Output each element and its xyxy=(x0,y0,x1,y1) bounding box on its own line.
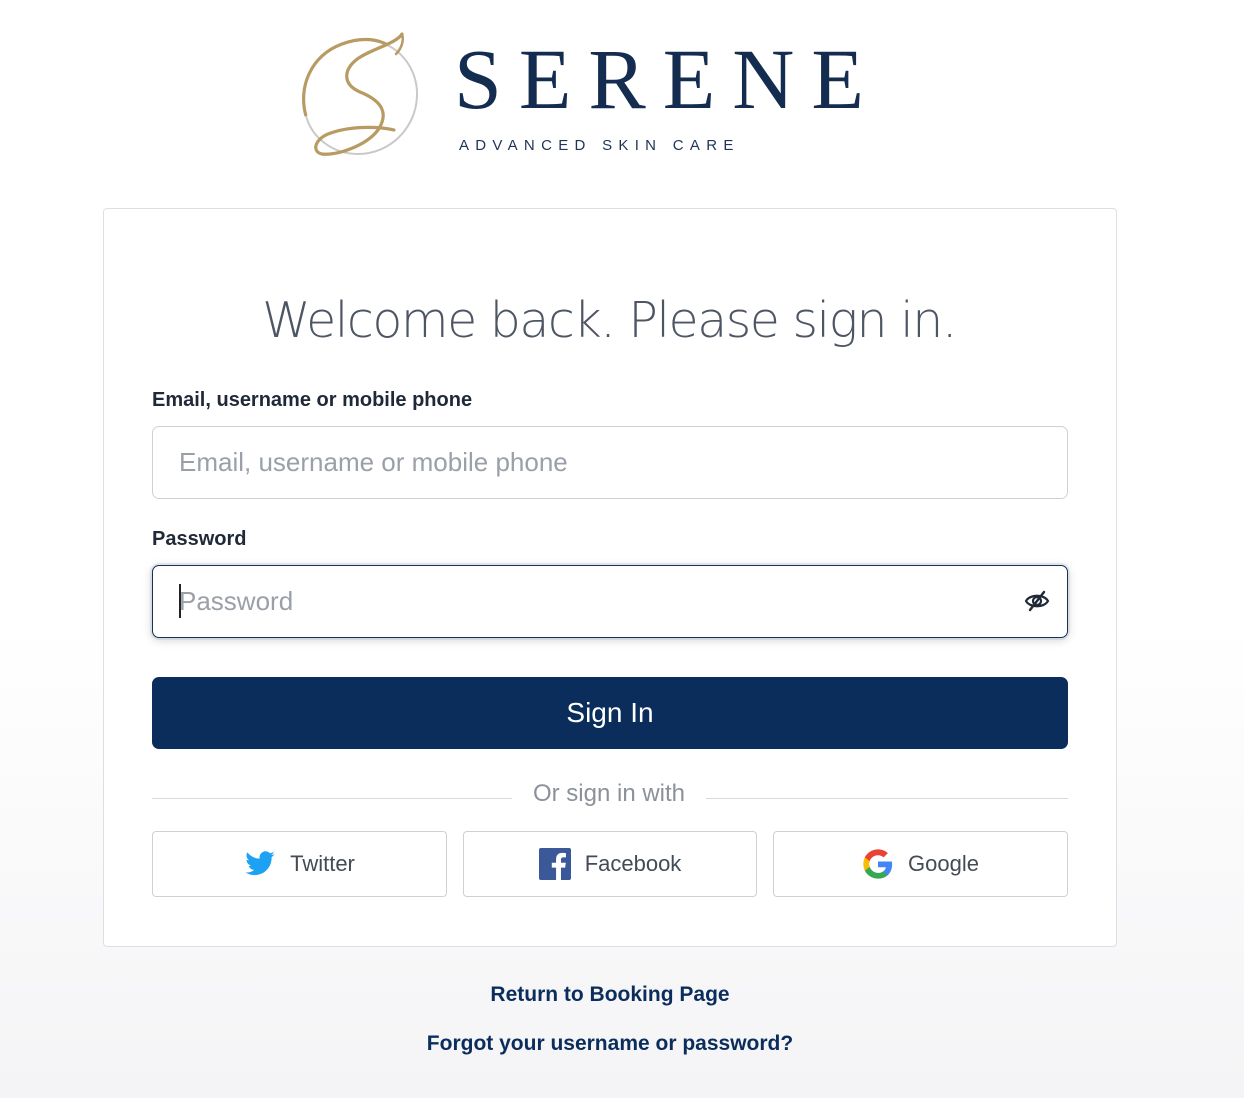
google-label: Google xyxy=(908,851,979,876)
divider-text: Or sign in with xyxy=(532,780,686,807)
eye-slash-icon[interactable] xyxy=(1023,589,1051,613)
brand-name: SERENE xyxy=(454,31,881,127)
divider-line-right xyxy=(706,798,1068,799)
email-input[interactable] xyxy=(152,426,1068,499)
password-input[interactable] xyxy=(152,565,1068,638)
facebook-label: Facebook xyxy=(584,851,682,876)
brand-tagline: ADVANCED SKIN CARE xyxy=(459,137,740,154)
password-label: Password xyxy=(152,528,247,550)
facebook-icon xyxy=(538,848,571,880)
email-label: Email, username or mobile phone xyxy=(152,389,473,411)
sign-in-button[interactable]: Sign In xyxy=(152,677,1068,749)
twitter-label: Twitter xyxy=(290,851,355,876)
forgot-credentials-link[interactable]: Forgot your username or password? xyxy=(0,1032,1220,1056)
return-to-booking-link[interactable]: Return to Booking Page xyxy=(0,983,1220,1007)
facebook-signin-button[interactable]: Facebook xyxy=(463,831,757,897)
text-cursor xyxy=(179,584,181,618)
twitter-signin-button[interactable]: Twitter xyxy=(152,831,447,897)
google-g-icon xyxy=(863,849,893,879)
brand-logo: SERENE ADVANCED SKIN CARE xyxy=(298,30,938,165)
divider-line-left xyxy=(152,798,512,799)
page-title: Welcome back. Please sign in. xyxy=(262,292,957,349)
serene-logo-mark-icon xyxy=(302,32,419,156)
google-signin-button[interactable]: Google xyxy=(773,831,1068,897)
twitter-bird-icon xyxy=(245,851,275,876)
